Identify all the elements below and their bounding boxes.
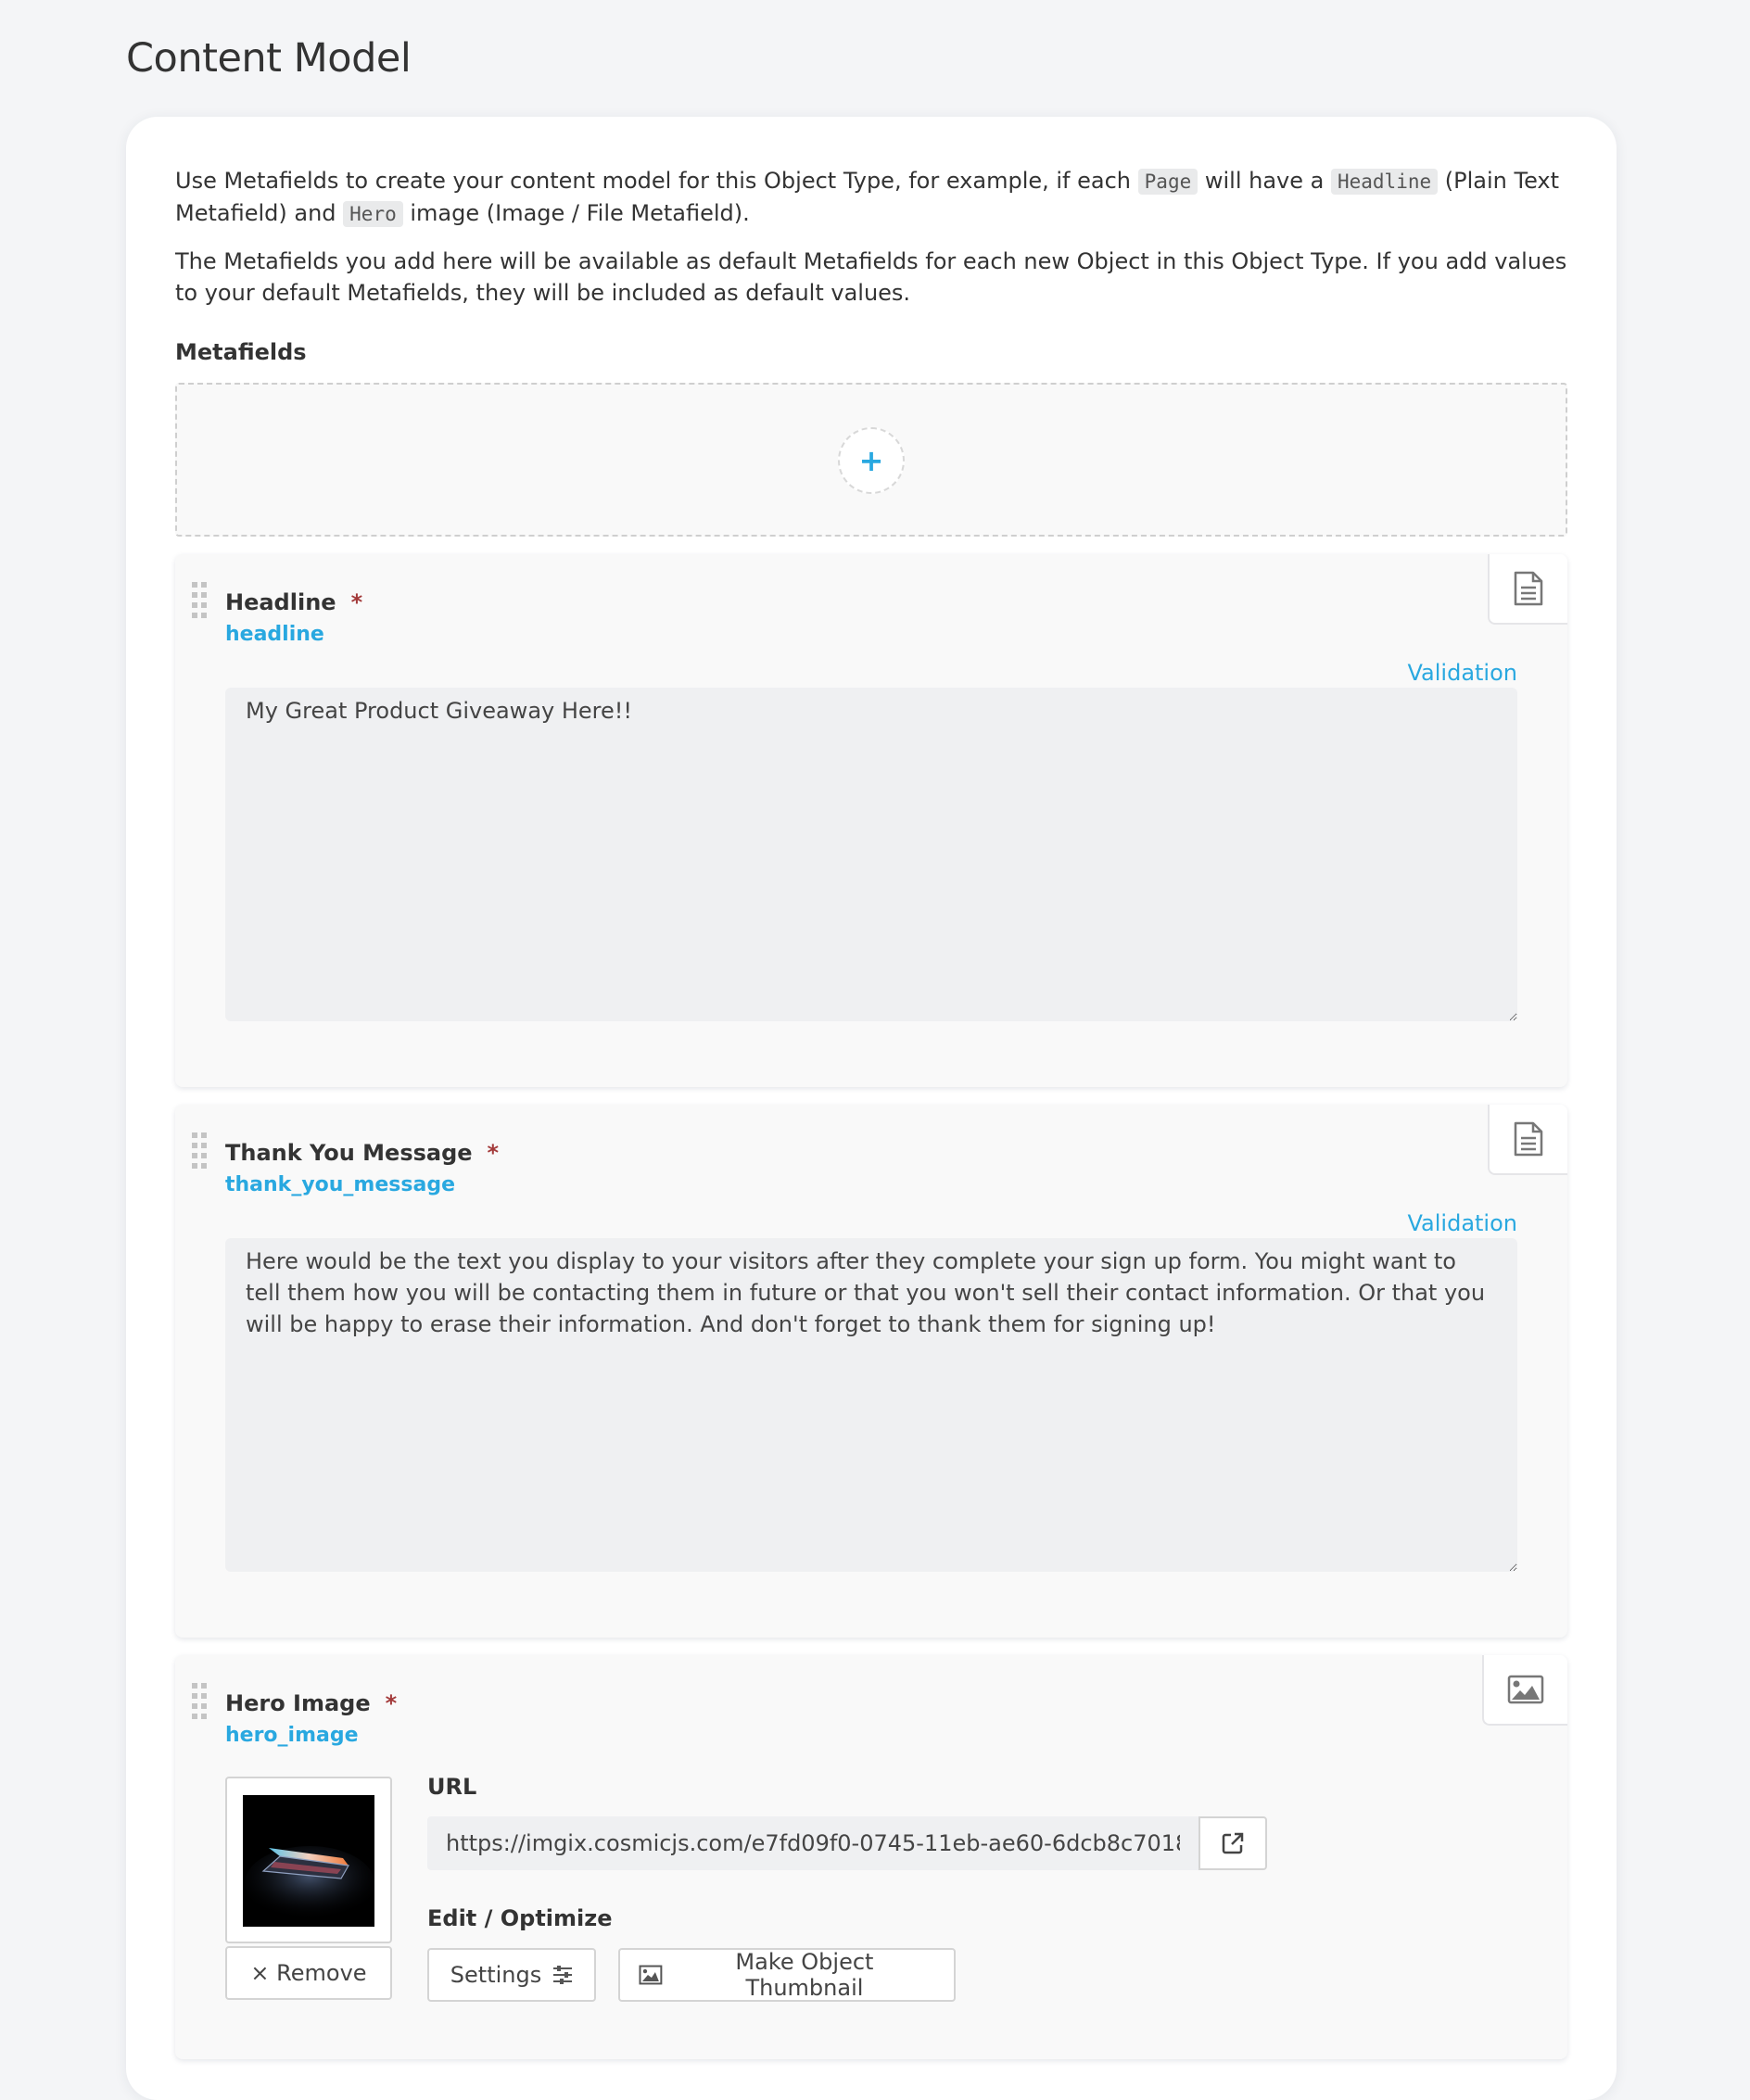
open-url-button[interactable] (1198, 1816, 1267, 1870)
intro-text-segment: image (Image / File Metafield). (402, 200, 750, 226)
remove-image-button[interactable]: × Remove (225, 1946, 392, 2000)
metafield-key[interactable]: hero_image (225, 1724, 359, 1747)
laptop-photo (243, 1795, 374, 1927)
metafields-label: Metafields (175, 339, 307, 365)
image-icon (1507, 1675, 1544, 1704)
drag-handle-icon[interactable] (192, 1683, 207, 1720)
intro-paragraph-1: Use Metafields to create your content mo… (175, 165, 1575, 230)
sliders-icon (553, 1966, 573, 1984)
external-link-icon (1222, 1832, 1244, 1854)
metafield-card-headline: Headline * headline Validation My Great P… (175, 554, 1567, 1087)
edit-optimize-label: Edit / Optimize (427, 1905, 613, 1931)
metafield-key[interactable]: headline (225, 623, 324, 646)
hero-image-preview[interactable] (225, 1777, 392, 1943)
add-metafield-dropzone[interactable]: + (175, 383, 1567, 537)
page-title: Content Model (126, 35, 412, 82)
metafield-type-indicator (1482, 1655, 1567, 1726)
required-marker: * (350, 589, 363, 615)
required-marker: * (385, 1690, 398, 1716)
make-thumbnail-label: Make Object Thumbnail (735, 1949, 874, 2001)
metafield-title: Thank You Message * (225, 1140, 500, 1166)
metafield-card-hero-image: Hero Image * hero_image URL https://imgi… (175, 1655, 1567, 2059)
metafield-title: Headline * (225, 589, 363, 615)
intro-text-segment: Use Metafields to create your content mo… (175, 168, 1138, 194)
hero-image-thumbnail (243, 1795, 374, 1927)
url-input[interactable] (427, 1816, 1198, 1870)
metafield-card-thank-you-message: Thank You Message * thank_you_message Val… (175, 1105, 1567, 1638)
intro-text: Use Metafields to create your content mo… (175, 165, 1575, 324)
intro-paragraph-2: The Metafields you add here will be avai… (175, 248, 1567, 306)
settings-label: Settings (450, 1962, 542, 1988)
code-headline: Headline (1330, 169, 1439, 195)
code-page: Page (1137, 169, 1198, 195)
url-label: URL (427, 1774, 477, 1800)
plus-icon: + (858, 443, 884, 478)
metafield-type-indicator (1488, 554, 1567, 625)
validation-link[interactable]: Validation (1407, 660, 1517, 686)
drag-handle-icon[interactable] (192, 582, 207, 619)
metafield-title: Hero Image * (225, 1690, 398, 1716)
headline-textarea[interactable]: My Great Product Giveaway Here!! (225, 688, 1517, 1021)
image-icon (639, 1965, 663, 1985)
required-marker: * (487, 1140, 500, 1166)
settings-button[interactable]: Settings (427, 1948, 596, 2002)
document-icon (1514, 1121, 1543, 1157)
document-icon (1514, 571, 1543, 606)
add-metafield-button[interactable]: + (838, 427, 905, 494)
code-hero: Hero (343, 201, 403, 227)
make-object-thumbnail-button[interactable]: Make Object Thumbnail (618, 1948, 956, 2002)
drag-handle-icon[interactable] (192, 1132, 207, 1170)
content-model-card: Use Metafields to create your content mo… (126, 117, 1617, 2100)
thank-you-message-textarea[interactable]: Here would be the text you display to yo… (225, 1238, 1517, 1572)
metafield-type-indicator (1488, 1105, 1567, 1175)
intro-text-segment: will have a (1198, 168, 1331, 194)
url-input-group (427, 1816, 1267, 1870)
metafield-key[interactable]: thank_you_message (225, 1173, 455, 1196)
validation-link[interactable]: Validation (1407, 1210, 1517, 1236)
